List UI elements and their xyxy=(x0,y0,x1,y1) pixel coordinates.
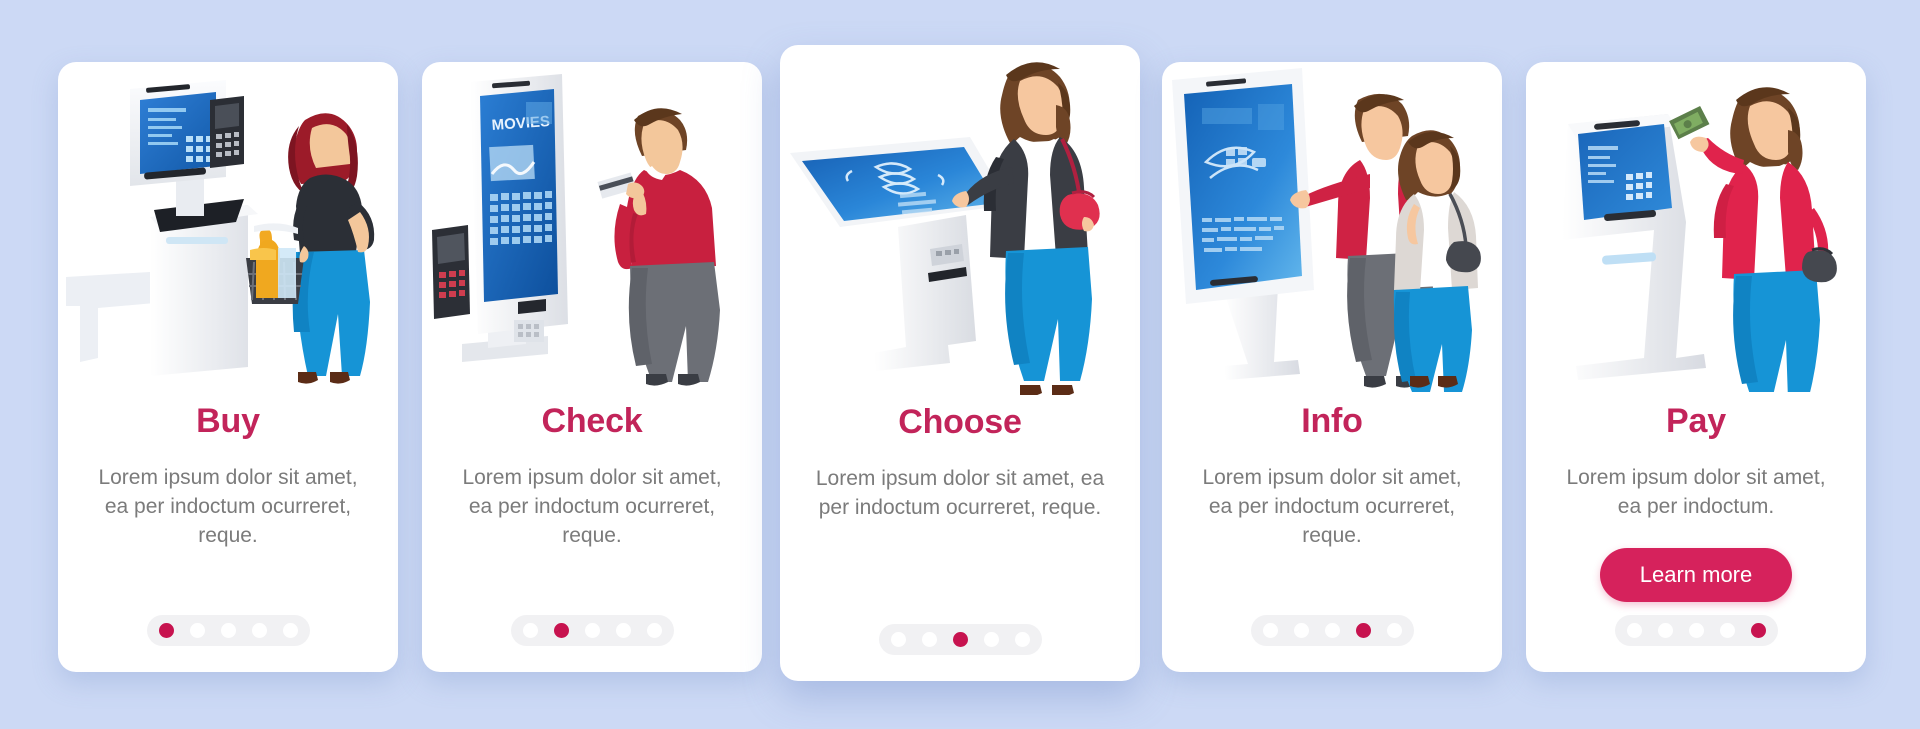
card-body-text: Lorem ipsum dolor sit amet, ea per indoc… xyxy=(815,467,1105,519)
pagination-dot-1[interactable] xyxy=(158,623,174,638)
pagination-dot-5[interactable] xyxy=(1750,623,1766,638)
pagination-dot-1[interactable] xyxy=(1262,623,1278,638)
pagination-dot-3[interactable] xyxy=(1324,623,1340,638)
pagination-dots[interactable] xyxy=(878,624,1042,655)
pagination-dots[interactable] xyxy=(146,615,310,646)
pagination-dot-2[interactable] xyxy=(553,623,569,638)
onboarding-card-choose[interactable]: Choose Lorem ipsum dolor sit amet, ea pe… xyxy=(780,45,1140,681)
pagination-dots[interactable] xyxy=(1614,615,1778,646)
card-body-text: Lorem ipsum dolor sit amet, ea per indoc… xyxy=(1202,466,1462,547)
card-heading: Info xyxy=(1301,402,1363,440)
onboarding-card-pay[interactable]: Pay Lorem ipsum dolor sit amet, ea per i… xyxy=(1526,62,1866,672)
onboarding-card-check[interactable]: MOVIES Check Lorem ipsum dolor sit amet,… xyxy=(422,62,762,672)
card-heading: Pay xyxy=(1666,402,1726,440)
card-body-text: Lorem ipsum dolor sit amet, ea per indoc… xyxy=(1566,466,1826,518)
pagination-dot-5[interactable] xyxy=(282,623,298,638)
card-heading: Choose xyxy=(898,403,1022,441)
pagination-dot-1[interactable] xyxy=(522,623,538,638)
card-heading: Buy xyxy=(196,402,260,440)
pagination-dot-2[interactable] xyxy=(1657,623,1673,638)
illustration-buy xyxy=(58,62,398,392)
pagination-dot-4[interactable] xyxy=(615,623,631,638)
illustration-info xyxy=(1162,62,1502,392)
pagination-dot-2[interactable] xyxy=(189,623,205,638)
pagination-dot-5[interactable] xyxy=(1014,632,1030,647)
pagination-dot-3[interactable] xyxy=(584,623,600,638)
illustration-choose xyxy=(780,45,1140,395)
pagination-dot-2[interactable] xyxy=(921,632,937,647)
pagination-dot-3[interactable] xyxy=(952,632,968,647)
pagination-dot-3[interactable] xyxy=(1688,623,1704,638)
pagination-dot-4[interactable] xyxy=(1719,623,1735,638)
onboarding-card-buy[interactable]: Buy Lorem ipsum dolor sit amet, ea per i… xyxy=(58,62,398,672)
onboarding-card-info[interactable]: Info Lorem ipsum dolor sit amet, ea per … xyxy=(1162,62,1502,672)
illustration-check: MOVIES xyxy=(422,62,762,392)
onboarding-screens-stage: Buy Lorem ipsum dolor sit amet, ea per i… xyxy=(0,0,1920,729)
card-heading: Check xyxy=(541,402,643,440)
pagination-dots[interactable] xyxy=(1250,615,1414,646)
pagination-dot-4[interactable] xyxy=(983,632,999,647)
pagination-dot-1[interactable] xyxy=(1626,623,1642,638)
pagination-dot-1[interactable] xyxy=(890,632,906,647)
pagination-dot-3[interactable] xyxy=(220,623,236,638)
pagination-dot-5[interactable] xyxy=(646,623,662,638)
pagination-dots[interactable] xyxy=(510,615,674,646)
pagination-dot-4[interactable] xyxy=(1355,623,1371,638)
illustration-pay xyxy=(1526,62,1866,392)
learn-more-button[interactable]: Learn more xyxy=(1599,547,1793,602)
card-body-text: Lorem ipsum dolor sit amet, ea per indoc… xyxy=(462,466,722,547)
pagination-dot-4[interactable] xyxy=(251,623,267,638)
pagination-dot-2[interactable] xyxy=(1293,623,1309,638)
card-body-text: Lorem ipsum dolor sit amet, ea per indoc… xyxy=(98,466,358,547)
pagination-dot-5[interactable] xyxy=(1386,623,1402,638)
